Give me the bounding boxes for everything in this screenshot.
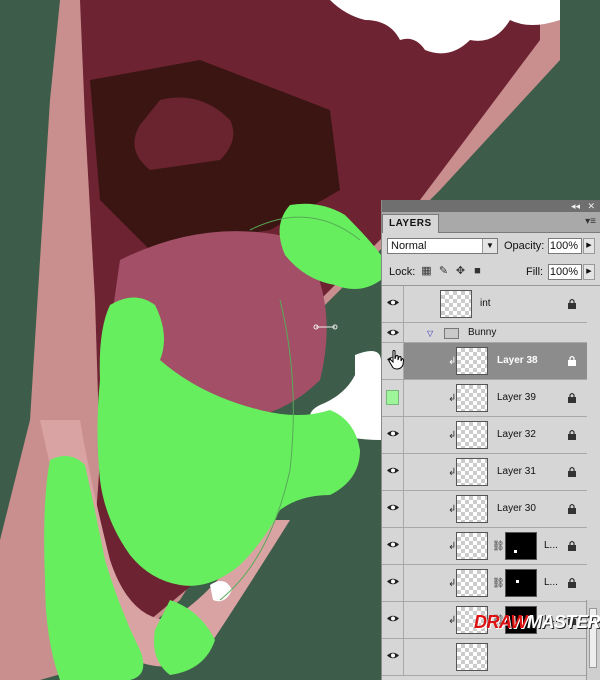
lock-icon <box>568 577 576 588</box>
lock-icon <box>568 298 576 309</box>
group-name: Bunny <box>468 327 497 338</box>
blend-mode-value: Normal <box>391 240 427 252</box>
eye-icon <box>387 541 399 548</box>
expand-triangle-icon[interactable]: ▽ <box>427 329 433 338</box>
lock-icon <box>568 355 576 366</box>
layer-row-partial[interactable] <box>382 639 587 676</box>
fill-label: Fill: <box>526 266 544 278</box>
link-chain-icon[interactable]: ⛓ <box>492 541 505 552</box>
fill-arrow-icon[interactable]: ▶ <box>583 264 595 280</box>
visibility-toggle[interactable] <box>382 417 404 453</box>
panel-menu-icon[interactable]: ▾≡ <box>585 215 596 229</box>
layer-name: Layer 31 <box>497 466 536 477</box>
layer-name: Layer 32 <box>497 429 536 440</box>
opacity-input[interactable]: 100% <box>548 238 582 254</box>
visibility-toggle[interactable] <box>382 286 404 322</box>
eye-icon <box>387 652 399 659</box>
visibility-toggle[interactable] <box>382 454 404 490</box>
layer-row-39[interactable]: ↲ Layer 39 <box>382 380 587 417</box>
lock-icon <box>568 503 576 514</box>
watermark-part2: MASTER.RU <box>527 612 600 632</box>
layer-row-32[interactable]: ↲ Layer 32 <box>382 417 587 454</box>
visibility-toggle[interactable] <box>382 491 404 527</box>
layer-thumbnail <box>456 643 488 671</box>
layer-name: int <box>480 298 491 309</box>
visibility-toggle[interactable] <box>382 528 404 564</box>
collapse-icon[interactable]: ◂◂ <box>571 200 580 212</box>
opacity-label: Opacity: <box>504 240 545 252</box>
link-chain-icon[interactable]: ⛓ <box>492 578 505 589</box>
blend-row: Normal ▼ Opacity: 100% ▶ <box>382 233 600 259</box>
eye-icon <box>387 467 399 474</box>
layer-row-38[interactable]: ↲ Layer 38 <box>382 343 587 380</box>
layer-row-masked[interactable]: ↲ ⛓ L... <box>382 528 587 565</box>
layer-thumbnail <box>456 421 488 449</box>
lock-transparent-icon[interactable]: ▦ <box>420 265 433 278</box>
watermark-logo: DRAWMASTER.RU <box>474 612 600 633</box>
lock-paint-icon[interactable]: ✎ <box>437 265 450 278</box>
layer-group-bunny[interactable]: ▽ Bunny <box>382 323 587 343</box>
eye-icon <box>387 615 399 622</box>
watermark-part1: DRAW <box>474 612 528 632</box>
layer-row-30[interactable]: ↲ Layer 30 <box>382 491 587 528</box>
lock-icon <box>568 540 576 551</box>
eye-icon <box>387 329 399 336</box>
layer-name: L... <box>544 577 558 588</box>
layer-row-int[interactable]: int <box>382 286 587 323</box>
lock-icon <box>568 392 576 403</box>
layer-row-31[interactable]: ↲ Layer 31 <box>382 454 587 491</box>
lock-move-icon[interactable]: ✥ <box>454 265 467 278</box>
blend-mode-select[interactable]: Normal ▼ <box>387 238 498 254</box>
layer-mask-thumbnail[interactable] <box>505 532 537 560</box>
layer-thumbnail <box>440 290 472 318</box>
layer-mask-thumbnail[interactable] <box>505 569 537 597</box>
layer-name: Layer 30 <box>497 503 536 514</box>
layer-thumbnail <box>456 569 488 597</box>
tab-layers[interactable]: LAYERS <box>382 214 439 233</box>
panel-titlebar: ◂◂ ✕ <box>382 200 600 212</box>
opacity-arrow-icon[interactable]: ▶ <box>583 238 595 254</box>
chevron-down-icon: ▼ <box>482 239 497 253</box>
visibility-toggle[interactable] <box>382 602 404 638</box>
layer-thumbnail <box>456 532 488 560</box>
folder-icon <box>444 328 459 339</box>
layer-thumbnail <box>456 347 488 375</box>
visibility-toggle[interactable] <box>382 639 404 675</box>
lock-all-icon[interactable]: ■ <box>471 265 484 278</box>
visibility-toggle[interactable] <box>382 323 404 343</box>
fill-input[interactable]: 100% <box>548 264 582 280</box>
lock-icon <box>568 466 576 477</box>
lock-row: Lock: ▦ ✎ ✥ ■ Fill: 100% ▶ <box>382 259 600 285</box>
eye-icon <box>387 299 399 306</box>
hidden-eye-box <box>386 390 399 405</box>
layers-panel: ◂◂ ✕ LAYERS ▾≡ Normal ▼ Opacity: 100% ▶ … <box>381 200 600 680</box>
lock-icon <box>568 429 576 440</box>
layer-row-masked[interactable]: ↲ ⛓ L... <box>382 565 587 602</box>
panel-tabrow: LAYERS ▾≡ <box>382 212 600 233</box>
layer-thumbnail <box>456 384 488 412</box>
eye-icon <box>387 504 399 511</box>
close-icon[interactable]: ✕ <box>587 200 595 212</box>
visibility-toggle[interactable] <box>382 380 404 416</box>
layer-thumbnail <box>456 495 488 523</box>
layer-name: Layer 38 <box>497 355 538 366</box>
hand-cursor-icon <box>388 350 404 370</box>
eye-icon <box>387 430 399 437</box>
layer-thumbnail <box>456 458 488 486</box>
layer-name: Layer 39 <box>497 392 536 403</box>
lock-label: Lock: <box>389 266 416 278</box>
visibility-toggle[interactable] <box>382 565 404 601</box>
eye-icon <box>387 578 399 585</box>
layer-name: L... <box>544 540 558 551</box>
